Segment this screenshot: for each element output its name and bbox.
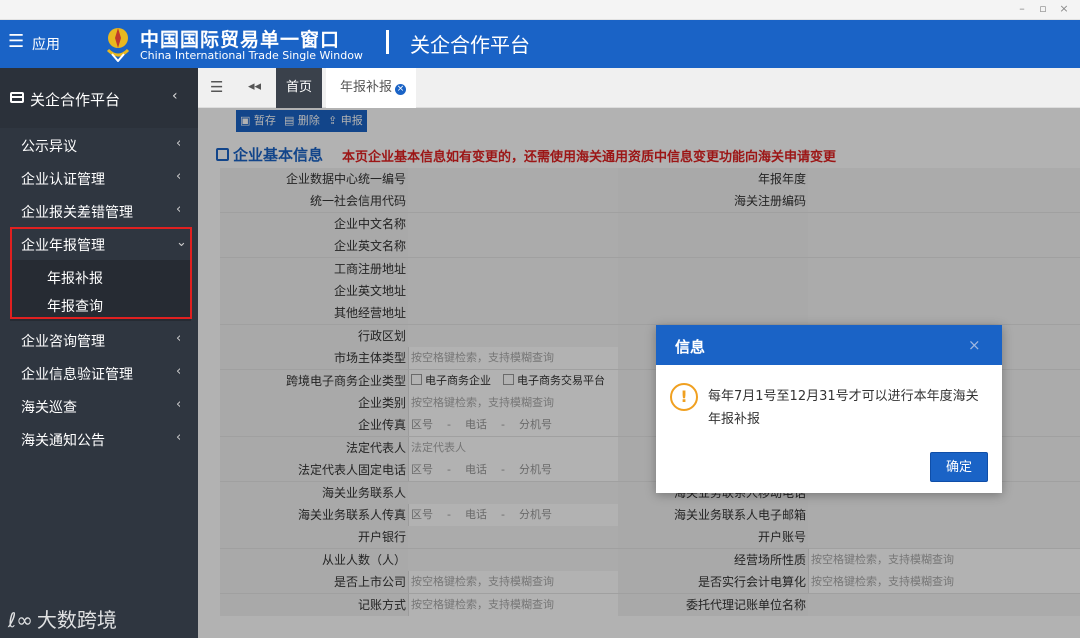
watermark: ℓ∞ 大数跨境	[8, 604, 117, 633]
sidebar-item-declaration-errors[interactable]: 企业报关差错管理 ‹	[0, 194, 198, 227]
highlight-box	[10, 227, 192, 319]
sidebar-header[interactable]: 关企合作平台 ‹	[0, 68, 198, 128]
brand-title-en: China International Trade Single Window	[140, 49, 363, 62]
sidebar-item-label: 公示异议	[21, 139, 77, 155]
app-menu-label[interactable]: 应用	[32, 34, 60, 54]
chevron-left-icon: ‹	[176, 430, 182, 445]
tab-home[interactable]: 首页	[276, 68, 322, 108]
sidebar: 关企合作平台 ‹ 公示异议 ‹ 企业认证管理 ‹ 企业报关差错管理 ‹ 企业年报…	[0, 68, 198, 638]
sidebar-item-label: 企业报关差错管理	[21, 205, 133, 221]
dialog-title: 信息	[675, 338, 706, 356]
dialog-message: 每年7月1号至12月31号才可以进行本年度海关年报补报	[708, 389, 979, 427]
minimize-icon[interactable]: –	[1015, 2, 1029, 16]
ok-button[interactable]: 确定	[930, 452, 988, 482]
dialog-header: 信息 ×	[656, 325, 1002, 365]
tab-annual-supplement[interactable]: 年报补报 ×	[326, 68, 416, 108]
close-tab-icon[interactable]: ×	[395, 84, 407, 95]
sidebar-item-label: 企业咨询管理	[21, 334, 105, 350]
chevron-left-icon: ‹	[176, 202, 182, 217]
warning-icon: !	[670, 383, 698, 411]
close-icon[interactable]: ×	[968, 336, 981, 354]
platform-title: 关企合作平台	[410, 33, 530, 57]
top-header: ☰ 应用 中国国际贸易单一窗口 China International Trad…	[0, 20, 1080, 68]
tab-label: 年报补报	[340, 80, 393, 95]
header-divider	[386, 30, 389, 54]
sidebar-item-verification[interactable]: 企业信息验证管理 ‹	[0, 356, 198, 389]
chevron-left-icon: ‹	[176, 169, 182, 184]
close-window-icon[interactable]: ×	[1057, 2, 1071, 16]
chevron-left-icon: ‹	[176, 397, 182, 412]
sidebar-item-inspection[interactable]: 海关巡查 ‹	[0, 389, 198, 422]
sidebar-item-label: 企业信息验证管理	[21, 367, 133, 383]
chevron-left-icon: ‹	[172, 88, 178, 104]
window-titlebar: – ▫ ×	[0, 0, 1080, 20]
chevron-left-icon: ‹	[176, 364, 182, 379]
info-dialog: 信息 × ! 每年7月1号至12月31号才可以进行本年度海关年报补报 确定	[656, 325, 1002, 493]
watermark-text: 大数跨境	[36, 608, 117, 632]
sidebar-item-public-objection[interactable]: 公示异议 ‹	[0, 128, 198, 161]
sidebar-item-label: 海关巡查	[21, 400, 77, 416]
chevron-left-icon: ‹	[176, 331, 182, 346]
hamburger-icon[interactable]: ☰	[210, 78, 223, 96]
watermark-logo-icon: ℓ∞	[8, 608, 33, 632]
sidebar-item-label: 海关通知公告	[21, 433, 105, 449]
chevron-left-icon: ‹	[176, 136, 182, 151]
sidebar-item-label: 企业认证管理	[21, 172, 105, 188]
customs-emblem-icon	[106, 28, 130, 62]
double-left-arrow-icon[interactable]: ◂◂	[248, 79, 261, 94]
tab-bar: ☰ ◂◂ 首页 年报补报 ×	[198, 68, 1080, 108]
sidebar-item-notices[interactable]: 海关通知公告 ‹	[0, 422, 198, 455]
brand-title-cn: 中国国际贸易单一窗口	[140, 29, 341, 51]
maximize-icon[interactable]: ▫	[1036, 2, 1050, 16]
sidebar-item-consultation[interactable]: 企业咨询管理 ‹	[0, 323, 198, 356]
sidebar-header-label: 关企合作平台	[30, 91, 121, 109]
sidebar-item-certification[interactable]: 企业认证管理 ‹	[0, 161, 198, 194]
menu-icon[interactable]: ☰	[8, 33, 24, 51]
card-icon	[10, 92, 24, 103]
